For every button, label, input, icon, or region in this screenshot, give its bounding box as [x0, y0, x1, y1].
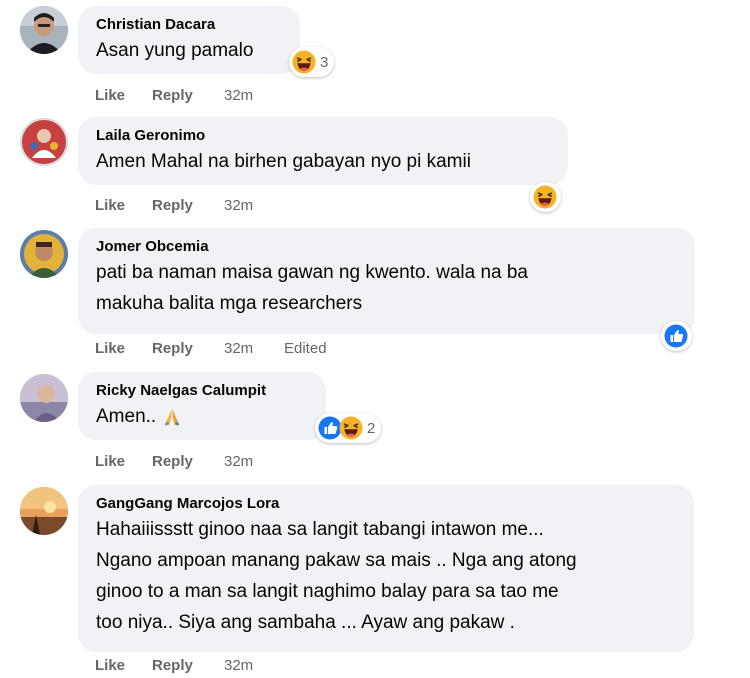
avatar[interactable]: [20, 6, 68, 54]
comment-author[interactable]: Laila Geronimo: [96, 126, 550, 146]
comment-bubble: Christian Dacara Asan yung pamalo: [78, 6, 300, 74]
comment-bubble: Jomer Obcemia pati ba naman maisa gawan …: [78, 228, 695, 334]
like-button[interactable]: Like: [95, 657, 152, 674]
profile-photo: [20, 118, 68, 166]
reaction-summary[interactable]: [661, 321, 692, 351]
reaction-summary[interactable]: 3: [289, 47, 335, 77]
haha-icon: [339, 416, 363, 440]
comment-actions: Like Reply 32m: [95, 197, 284, 214]
timestamp[interactable]: 32m: [224, 453, 284, 470]
comment-author[interactable]: Jomer Obcemia: [96, 237, 677, 257]
comment-actions: Like Reply 32m: [95, 453, 284, 470]
comment-text: Amen..: [96, 401, 308, 432]
haha-icon: [292, 50, 316, 74]
timestamp[interactable]: 32m: [224, 87, 284, 104]
profile-photo: [20, 487, 68, 535]
comment-text: Asan yung pamalo: [96, 40, 254, 61]
reply-button[interactable]: Reply: [152, 340, 224, 357]
comment-author[interactable]: Christian Dacara: [96, 15, 282, 35]
like-button[interactable]: Like: [95, 197, 152, 214]
comment-author[interactable]: GangGang Marcojos Lora: [96, 494, 676, 514]
timestamp[interactable]: 32m: [224, 197, 284, 214]
comment-bubble: GangGang Marcojos Lora Hahaiiissstt gino…: [78, 485, 694, 652]
timestamp[interactable]: 32m: [224, 340, 284, 357]
haha-icon: [533, 185, 557, 209]
reply-button[interactable]: Reply: [152, 197, 224, 214]
comment-actions: Like Reply 32m Edited: [95, 340, 327, 357]
comment-actions: Like Reply 32m: [95, 657, 284, 674]
edited-label[interactable]: Edited: [284, 340, 327, 357]
avatar[interactable]: [20, 118, 68, 166]
like-button[interactable]: Like: [95, 453, 152, 470]
avatar[interactable]: [20, 230, 68, 278]
reply-button[interactable]: Reply: [152, 453, 224, 470]
like-button[interactable]: Like: [95, 87, 152, 104]
reply-button[interactable]: Reply: [152, 87, 224, 104]
timestamp[interactable]: 32m: [224, 657, 284, 674]
avatar[interactable]: [20, 374, 68, 422]
profile-photo: [20, 230, 68, 278]
comment-bubble: Ricky Naelgas Calumpit Amen..: [78, 372, 326, 440]
like-icon: [664, 324, 688, 348]
reaction-summary[interactable]: [530, 182, 561, 212]
profile-photo: [20, 6, 68, 54]
comment-text: Hahaiiissstt ginoo naa sa langit tabangi…: [96, 519, 577, 633]
comment-actions: Like Reply 32m: [95, 87, 284, 104]
like-button[interactable]: Like: [95, 340, 152, 357]
reaction-count: 3: [320, 53, 329, 71]
reaction-summary[interactable]: 2: [315, 413, 382, 443]
comment-bubble: Laila Geronimo Amen Mahal na birhen gaba…: [78, 117, 568, 185]
comment-text: pati ba naman maisa gawan ng kwento. wal…: [96, 262, 528, 314]
profile-photo: [20, 374, 68, 422]
reply-button[interactable]: Reply: [152, 657, 224, 674]
comment-text: Amen Mahal na birhen gabayan nyo pi kami…: [96, 151, 471, 172]
reaction-count: 2: [367, 419, 376, 437]
comment-author[interactable]: Ricky Naelgas Calumpit: [96, 381, 308, 401]
avatar[interactable]: [20, 487, 68, 535]
folded-hands-icon: [161, 406, 183, 428]
